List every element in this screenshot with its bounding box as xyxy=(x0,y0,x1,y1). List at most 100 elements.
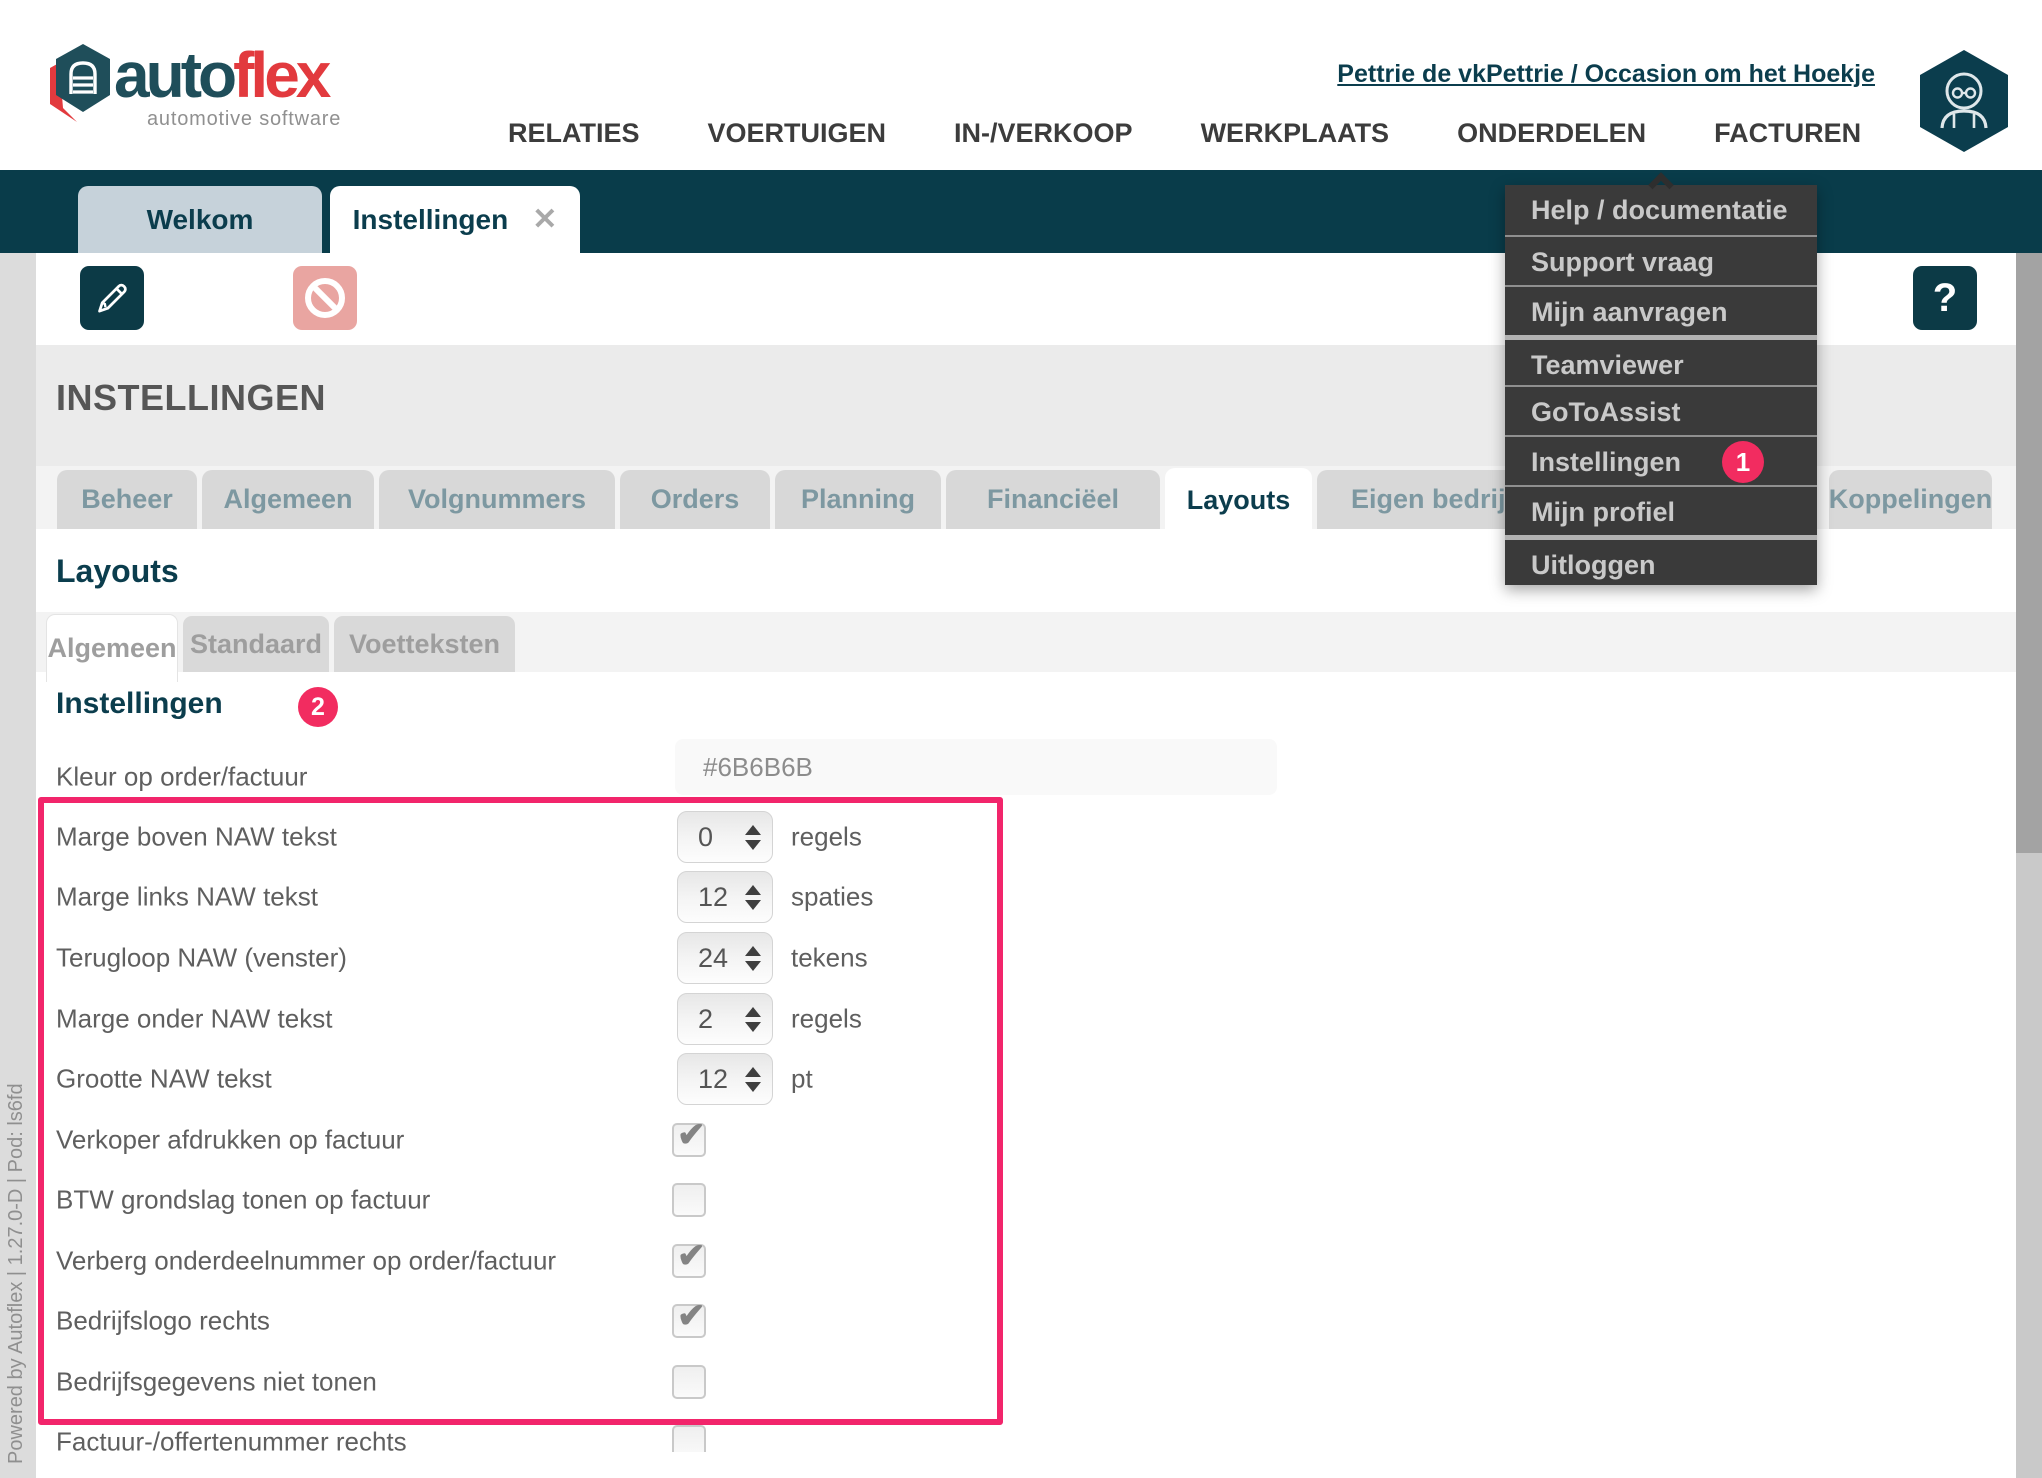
subtab-standaard[interactable]: Standaard xyxy=(183,616,329,672)
form-row: Marge onder NAW tekst 2 regels xyxy=(36,989,1436,1049)
unit-label: regels xyxy=(791,1004,862,1035)
form-row: Marge boven NAW tekst 0 regels xyxy=(36,807,1436,867)
field-label: Verberg onderdeelnummer op order/factuur xyxy=(56,1246,556,1277)
menu-item-mijn-profiel[interactable]: Mijn profiel xyxy=(1505,485,1817,535)
checkbox[interactable]: ✔ xyxy=(672,1244,706,1278)
form-row: BTW grondslag tonen op factuur✔ xyxy=(36,1170,1436,1230)
arrow-down-icon[interactable] xyxy=(745,900,761,910)
logo-wordmark: autoflex xyxy=(114,38,327,112)
menu-item-mijn-aanvragen[interactable]: Mijn aanvragen xyxy=(1505,285,1817,335)
number-stepper[interactable]: 24 xyxy=(677,932,773,984)
arrow-down-icon[interactable] xyxy=(745,1022,761,1032)
stepper-value: 0 xyxy=(678,822,742,853)
prohibition-icon xyxy=(305,278,345,318)
stepper-value: 2 xyxy=(678,1004,742,1035)
stepper-value: 24 xyxy=(678,943,742,974)
tab-layouts[interactable]: Layouts xyxy=(1165,468,1312,532)
field-label: Verkoper afdrukken op factuur xyxy=(56,1125,404,1156)
user-account-link[interactable]: Pettrie de vkPettrie / Occasion om het H… xyxy=(1337,60,1875,89)
top-header: autoflex automotive software RELATIES VOE… xyxy=(0,0,2042,170)
stepper-arrows-icon[interactable] xyxy=(742,1067,772,1092)
layouts-subtab-strip: AlgemeenStandaardVoetteksten xyxy=(36,612,2016,672)
user-dropdown-menu: Help / documentatieSupport vraagMijn aan… xyxy=(1505,185,1817,585)
cancel-button[interactable] xyxy=(293,266,357,330)
unit-label: tekens xyxy=(791,943,868,974)
tab-volgnummers[interactable]: Volgnummers xyxy=(379,470,615,529)
arrow-up-icon[interactable] xyxy=(745,1007,761,1017)
tab-planning[interactable]: Planning xyxy=(775,470,941,529)
subtab-algemeen[interactable]: Algemeen xyxy=(46,614,178,682)
settings-section-title: Instellingen xyxy=(56,687,223,721)
menu-item-instellingen[interactable]: Instellingen1 xyxy=(1505,435,1817,485)
form-row: Verberg onderdeelnummer op order/factuur… xyxy=(36,1231,1436,1291)
field-label: Bedrijfslogo rechts xyxy=(56,1306,270,1337)
nav-item-werkplaats[interactable]: WERKPLAATS xyxy=(1201,118,1390,149)
arrow-down-icon[interactable] xyxy=(745,1082,761,1092)
unit-label: pt xyxy=(791,1064,813,1095)
tab-financi-el[interactable]: Financiëel xyxy=(946,470,1160,529)
scrollbar-thumb[interactable] xyxy=(2016,253,2042,853)
form-row: Grootte NAW tekst12pt xyxy=(36,1049,1436,1109)
stepper-arrows-icon[interactable] xyxy=(742,885,772,910)
form-row: Terugloop NAW (venster) 24 tekens xyxy=(36,928,1436,988)
checkbox[interactable]: ✔ xyxy=(672,1304,706,1338)
checkbox[interactable]: ✔ xyxy=(672,1123,706,1157)
tab-koppelingen[interactable]: Koppelingen xyxy=(1829,470,1992,529)
form-row: Verkoper afdrukken op factuur ✔ xyxy=(36,1110,1436,1170)
stepper-arrows-icon[interactable] xyxy=(742,946,772,971)
vertical-scrollbar[interactable] xyxy=(2016,253,2042,1478)
tab-orders[interactable]: Orders xyxy=(620,470,770,529)
number-stepper[interactable]: 12 xyxy=(677,1053,773,1105)
stepper-value: 12 xyxy=(678,1064,742,1095)
number-stepper[interactable]: 12 xyxy=(677,871,773,923)
menu-item-teamviewer[interactable]: Teamviewer xyxy=(1505,335,1817,385)
stepper-arrows-icon[interactable] xyxy=(742,825,772,850)
nav-item-voertuigen[interactable]: VOERTUIGEN xyxy=(708,118,887,149)
annotation-badge-1: 1 xyxy=(1722,441,1764,483)
autoflex-logo-icon xyxy=(50,42,112,126)
window-tab-instellingen[interactable]: Instellingen ✕ xyxy=(330,186,580,253)
nav-item-in-verkoop[interactable]: IN-/VERKOOP xyxy=(954,118,1133,149)
checkbox[interactable]: ✔ xyxy=(672,1183,706,1217)
menu-item-support-vraag[interactable]: Support vraag xyxy=(1505,235,1817,285)
arrow-down-icon[interactable] xyxy=(745,961,761,971)
field-label: Terugloop NAW (venster) xyxy=(56,943,347,974)
arrow-up-icon[interactable] xyxy=(745,946,761,956)
menu-item-gotoassist[interactable]: GoToAssist xyxy=(1505,385,1817,435)
avatar-icon[interactable] xyxy=(1916,48,2012,154)
logo-tagline: automotive software xyxy=(147,108,341,131)
edit-button[interactable] xyxy=(80,266,144,330)
number-stepper[interactable]: 0 xyxy=(677,811,773,863)
checkbox[interactable]: ✔ xyxy=(672,1365,706,1399)
number-stepper[interactable]: 2 xyxy=(677,993,773,1045)
unit-label: regels xyxy=(791,822,862,853)
main-nav: RELATIES VOERTUIGEN IN-/VERKOOP WERKPLAATS O… xyxy=(508,118,1861,149)
page-title: INSTELLINGEN xyxy=(56,377,326,419)
nav-item-relaties[interactable]: RELATIES xyxy=(508,118,640,149)
arrow-up-icon[interactable] xyxy=(745,1067,761,1077)
field-label: Marge links NAW tekst xyxy=(56,882,318,913)
close-tab-icon[interactable]: ✕ xyxy=(532,202,557,237)
menu-item-uitloggen[interactable]: Uitloggen xyxy=(1505,535,1817,585)
color-input[interactable]: #6B6B6B xyxy=(675,739,1277,795)
form-row: Marge links NAW tekst12spaties xyxy=(36,867,1436,927)
stepper-value: 12 xyxy=(678,882,742,913)
field-label: Bedrijfsgegevens niet tonen xyxy=(56,1367,377,1398)
stepper-arrows-icon[interactable] xyxy=(742,1007,772,1032)
field-label: Marge boven NAW tekst xyxy=(56,822,337,853)
field-label: Marge onder NAW tekst xyxy=(56,1004,332,1035)
arrow-down-icon[interactable] xyxy=(745,840,761,850)
checkmark-icon: ✔ xyxy=(677,1296,706,1336)
help-button[interactable]: ? xyxy=(1913,266,1977,330)
arrow-up-icon[interactable] xyxy=(745,885,761,895)
nav-item-onderdelen[interactable]: ONDERDELEN xyxy=(1457,118,1646,149)
arrow-up-icon[interactable] xyxy=(745,825,761,835)
tab-beheer[interactable]: Beheer xyxy=(57,470,197,529)
viewport-clip xyxy=(36,1452,2016,1478)
field-label: Kleur op order/factuur xyxy=(56,762,307,793)
subtab-voetteksten[interactable]: Voetteksten xyxy=(334,616,515,672)
tab-algemeen[interactable]: Algemeen xyxy=(202,470,374,529)
nav-item-facturen[interactable]: FACTUREN xyxy=(1714,118,1861,149)
window-tab-welkom[interactable]: Welkom xyxy=(78,186,322,253)
section-title: Layouts xyxy=(56,553,179,590)
